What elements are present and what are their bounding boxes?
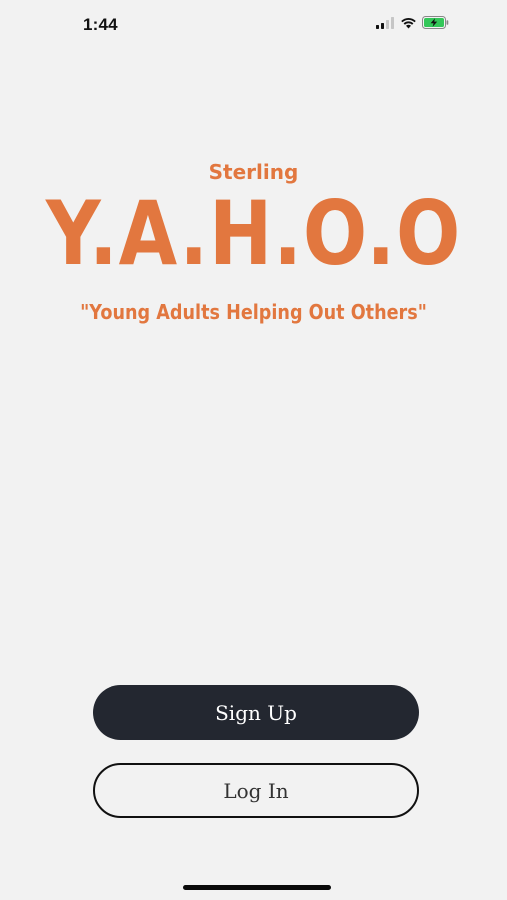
brand-tagline: "Young Adults Helping Out Others" [80,300,427,324]
log-in-label: Log In [223,778,289,803]
status-bar: 1:44 [0,0,507,50]
brand-subtitle: Sterling [208,160,299,184]
wifi-icon [400,17,417,29]
sign-up-button[interactable]: Sign Up [93,685,419,740]
brand-title: Y.A.H.O.O [45,182,462,285]
status-icons [376,16,449,29]
log-in-button[interactable]: Log In [93,763,419,818]
signal-icon [376,16,395,29]
battery-charging-icon [422,16,449,29]
status-time: 1:44 [83,15,118,34]
home-indicator[interactable] [183,885,331,890]
sign-up-label: Sign Up [215,700,297,725]
